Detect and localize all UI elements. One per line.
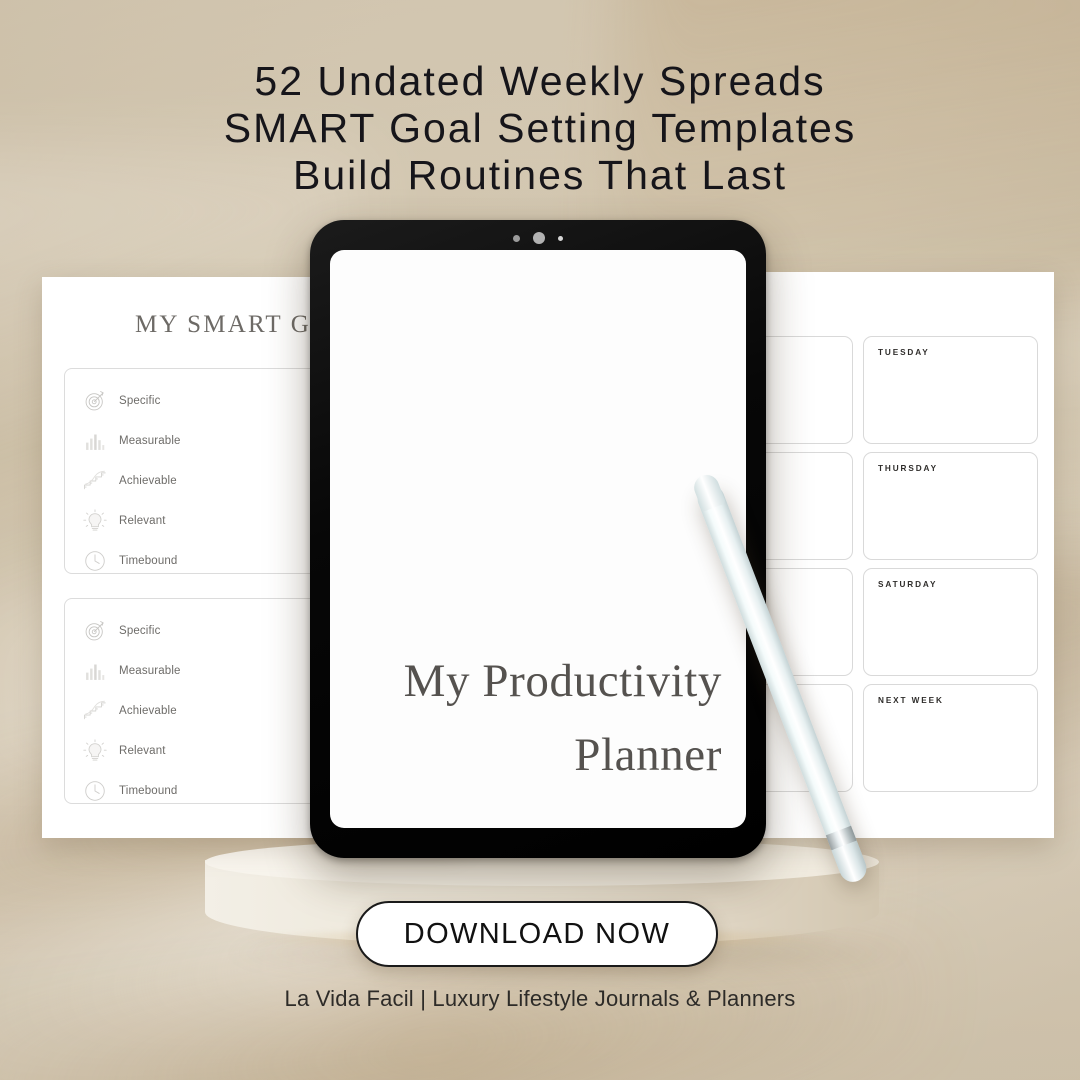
weekly-day-box[interactable]: TUESDAY — [863, 336, 1038, 444]
smart-goal-label: Specific — [119, 395, 161, 407]
smart-goal-label: Measurable — [119, 665, 181, 677]
weekly-day-box[interactable] — [753, 452, 853, 560]
sensor-dot-icon — [513, 234, 520, 242]
camera-lens-icon — [533, 232, 545, 244]
stairs-icon — [82, 468, 108, 494]
clock-icon — [82, 548, 108, 574]
lightbulb-icon — [82, 738, 108, 764]
smart-goal-row[interactable]: Timebound — [82, 777, 177, 805]
tablet-cover-title: My Productivity Planner — [404, 644, 722, 792]
headline-line-1: 52 Undated Weekly Spreads — [254, 58, 826, 104]
smart-goal-label: Relevant — [119, 745, 166, 757]
brand-footer: La Vida Facil | Luxury Lifestyle Journal… — [284, 986, 796, 1011]
tablet-cover-title-line-1: My Productivity — [403, 655, 722, 707]
bar-chart-icon — [82, 428, 108, 454]
smart-goal-row[interactable]: Relevant — [82, 507, 166, 535]
smart-goal-row[interactable]: Relevant — [82, 737, 166, 765]
weekly-day-label: SATURDAY — [878, 580, 938, 589]
bar-chart-icon — [82, 658, 108, 684]
lightbulb-icon — [82, 508, 108, 534]
sensor-dot-icon — [558, 235, 563, 241]
weekly-planner-sheet: TUESDAY THURSDAY SATURDAY NEXT WEEK — [745, 272, 1054, 838]
smart-goal-label: Timebound — [119, 555, 178, 567]
smart-goal-label: Achievable — [119, 705, 177, 717]
headline-line-2: SMART Goal Setting Templates — [223, 105, 857, 151]
tablet-sensor-dots — [310, 232, 766, 244]
smart-goal-row[interactable]: Measurable — [82, 657, 181, 685]
smart-goal-label: Achievable — [119, 475, 177, 487]
tablet-cover-title-line-2: Planner — [574, 729, 722, 781]
smart-goal-label: Timebound — [119, 785, 178, 797]
target-icon — [82, 388, 108, 414]
smart-goal-row[interactable]: Timebound — [82, 547, 177, 575]
weekly-day-label: NEXT WEEK — [878, 696, 944, 705]
weekly-day-box[interactable]: THURSDAY — [863, 452, 1038, 560]
weekly-day-box[interactable] — [753, 336, 853, 444]
weekly-day-label: TUESDAY — [878, 348, 930, 357]
smart-goal-label: Relevant — [119, 515, 166, 527]
smart-goal-row[interactable]: Achievable — [82, 697, 177, 725]
smart-goal-row[interactable]: Specific — [82, 617, 160, 645]
weekly-day-box[interactable]: SATURDAY — [863, 568, 1038, 676]
smart-goal-label: Measurable — [119, 435, 181, 447]
smart-goal-row[interactable]: Measurable — [82, 427, 181, 455]
smart-goal-row[interactable]: Specific — [82, 387, 160, 415]
stairs-icon — [82, 698, 108, 724]
clock-icon — [82, 778, 108, 804]
headline: 52 Undated Weekly Spreads SMART Goal Set… — [0, 58, 1080, 199]
weekly-day-label: THURSDAY — [878, 464, 938, 473]
target-icon — [82, 618, 108, 644]
weekly-day-box[interactable]: NEXT WEEK — [863, 684, 1038, 792]
headline-line-3: Build Routines That Last — [293, 152, 787, 198]
smart-goal-row[interactable]: Achievable — [82, 467, 177, 495]
tablet-device: My Productivity Planner — [310, 220, 766, 858]
tablet-screen[interactable]: My Productivity Planner — [330, 250, 746, 828]
download-now-button[interactable]: DOWNLOAD NOW — [356, 901, 718, 967]
smart-goal-label: Specific — [119, 625, 161, 637]
